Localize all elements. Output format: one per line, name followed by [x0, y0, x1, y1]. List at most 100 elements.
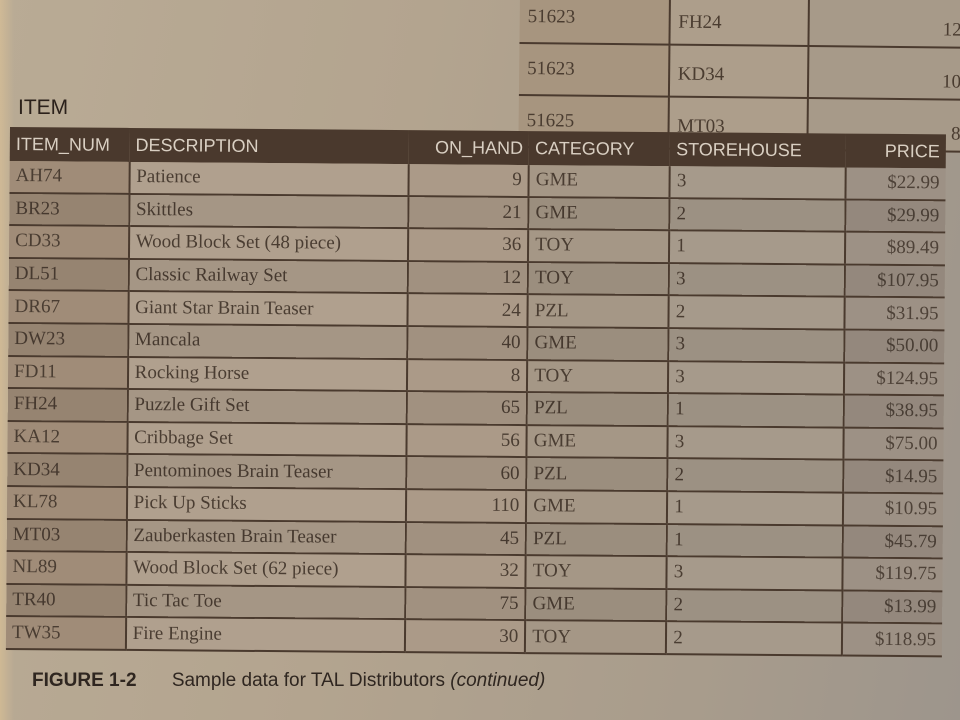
- item-num-cell: MT03: [6, 518, 127, 553]
- storehouse-cell: 2: [667, 458, 843, 493]
- table-title: ITEM: [18, 96, 69, 119]
- description-cell: Giant Star Brain Teaser: [128, 291, 408, 327]
- num-ordered-cell: 12: [808, 0, 960, 48]
- category-cell: GME: [528, 165, 670, 198]
- storehouse-cell: 2: [666, 588, 842, 623]
- category-cell: GME: [526, 424, 668, 459]
- storehouse-cell: 2: [666, 621, 842, 656]
- on-hand-cell: 56: [406, 423, 527, 458]
- on-hand-cell: 45: [405, 521, 527, 556]
- description-cell: Rocking Horse: [127, 356, 408, 392]
- item-num-cell: DL51: [8, 257, 129, 292]
- figure-caption: FIGURE 1-2 Sample data for TAL Distribut…: [32, 670, 545, 692]
- storehouse-cell: 3: [666, 556, 843, 591]
- category-cell: TOY: [527, 359, 669, 394]
- storehouse-cell: 1: [669, 230, 845, 265]
- category-cell: GME: [528, 196, 670, 231]
- storehouse-cell: 2: [668, 295, 845, 330]
- category-cell: TOY: [528, 229, 670, 263]
- storehouse-cell: 1: [667, 491, 843, 526]
- description-cell: Fire Engine: [125, 617, 406, 653]
- item-num-cell: DW23: [8, 322, 129, 357]
- category-cell: PZL: [527, 294, 669, 329]
- on-hand-cell: 24: [407, 293, 528, 328]
- category-cell: TOY: [525, 620, 667, 655]
- item-table: ITEM_NUM DESCRIPTION ON_HAND CATEGORY ST…: [5, 127, 946, 657]
- item-num-cell: FH24: [7, 388, 128, 422]
- storehouse-cell: 1: [666, 523, 843, 558]
- caption-continued: (continued): [450, 670, 546, 691]
- order-num-cell: 51623: [519, 0, 670, 45]
- description-cell: Pentominoes Brain Teaser: [126, 454, 407, 490]
- item-num-cell: TR40: [6, 583, 127, 618]
- item-num-cell: KL78: [6, 485, 127, 520]
- storehouse-cell: 3: [668, 262, 845, 297]
- on-hand-cell: 21: [408, 195, 529, 230]
- category-cell: GME: [526, 490, 668, 524]
- on-hand-cell: 30: [405, 619, 526, 653]
- price-cell: $45.79: [842, 525, 943, 559]
- category-cell: GME: [525, 587, 667, 622]
- on-hand-cell: 110: [406, 489, 527, 523]
- item-num-cell: TW35: [5, 616, 126, 650]
- price-cell: $50.00: [843, 329, 945, 363]
- item-num-cell: NL89: [6, 551, 127, 585]
- price-cell: $118.95: [841, 622, 943, 657]
- on-hand-cell: 12: [407, 260, 529, 295]
- col-header-item-num: ITEM_NUM: [9, 127, 130, 162]
- on-hand-cell: 8: [407, 358, 528, 393]
- category-cell: PZL: [526, 392, 669, 426]
- storehouse-cell: 1: [667, 393, 844, 428]
- item-num-cell: FD11: [7, 355, 128, 390]
- col-header-price: PRICE: [845, 133, 946, 169]
- price-cell: $29.99: [844, 199, 946, 233]
- description-cell: Wood Block Set (48 piece): [128, 226, 409, 261]
- description-cell: Mancala: [127, 323, 408, 359]
- item-num-cell: DR67: [8, 290, 129, 324]
- on-hand-cell: 36: [408, 228, 529, 262]
- col-header-storehouse: STOREHOUSE: [669, 132, 846, 168]
- description-cell: Wood Block Set (62 piece): [126, 552, 406, 587]
- description-cell: Patience: [129, 161, 409, 196]
- item-num-cell: CD33: [8, 225, 129, 259]
- category-cell: TOY: [527, 261, 670, 296]
- price-cell: $38.95: [843, 394, 944, 429]
- category-cell: TOY: [525, 555, 667, 589]
- on-hand-cell: 65: [406, 391, 528, 425]
- storehouse-cell: 3: [667, 425, 844, 460]
- price-cell: $124.95: [843, 362, 945, 396]
- on-hand-cell: 32: [405, 554, 526, 588]
- col-header-category: CATEGORY: [528, 131, 671, 167]
- item-num-cell: KA12: [7, 420, 128, 455]
- price-cell: $89.49: [844, 231, 946, 266]
- order-num-cell: 51623: [518, 42, 670, 97]
- on-hand-cell: 60: [406, 456, 527, 491]
- item-num-cell: FH24: [669, 0, 810, 47]
- description-cell: Zauberkasten Brain Teaser: [126, 519, 407, 555]
- price-cell: $119.75: [841, 557, 943, 592]
- description-cell: Cribbage Set: [127, 421, 407, 457]
- figure-label: FIGURE 1-2: [32, 670, 137, 691]
- storehouse-cell: 3: [668, 328, 844, 363]
- on-hand-cell: 9: [408, 164, 529, 197]
- price-cell: $10.95: [842, 492, 944, 526]
- item-num-cell: AH74: [9, 160, 130, 194]
- price-cell: $75.00: [842, 427, 944, 461]
- storehouse-cell: 3: [669, 166, 846, 200]
- storehouse-cell: 2: [669, 197, 845, 232]
- storehouse-cell: 3: [668, 360, 844, 395]
- category-cell: GME: [527, 327, 669, 361]
- description-cell: Pick Up Sticks: [126, 486, 407, 522]
- order-line-row: 51623 KD34 10: [518, 42, 960, 100]
- price-cell: $14.95: [842, 459, 944, 494]
- price-cell: $13.99: [841, 590, 943, 624]
- category-cell: PZL: [525, 522, 668, 557]
- item-num-cell: KD34: [668, 44, 809, 99]
- item-num-cell: KD34: [7, 453, 128, 487]
- item-num-cell: BR23: [9, 192, 130, 227]
- description-cell: Tic Tac Toe: [125, 584, 406, 620]
- on-hand-cell: 75: [405, 586, 526, 621]
- description-cell: Skittles: [128, 193, 409, 229]
- price-cell: $22.99: [844, 167, 946, 200]
- order-line-row: 51623 FH24 12: [519, 0, 960, 48]
